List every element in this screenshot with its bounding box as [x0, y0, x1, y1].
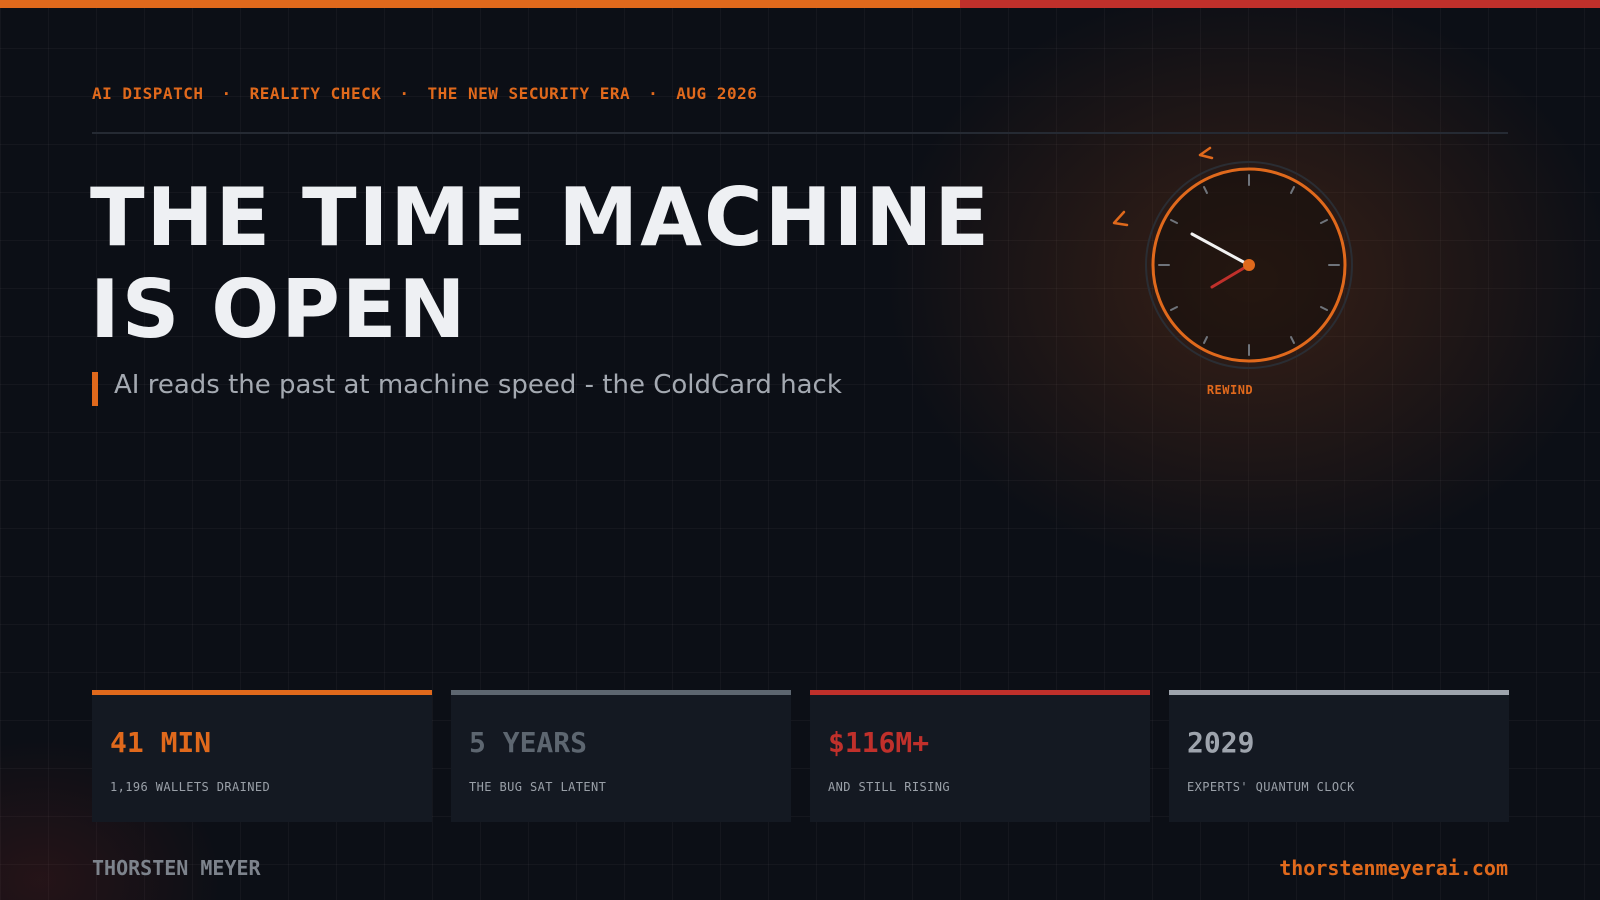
top-accent-bar-red: [960, 0, 1600, 8]
headline: THE TIME MACHINE IS OPEN: [90, 172, 1050, 356]
stat-accent-bar: [810, 690, 1150, 695]
top-accent-bar: [0, 0, 1600, 8]
kicker-separator: ·: [648, 84, 659, 103]
rewind-arrow-icon: [1112, 210, 1129, 227]
kicker-separator: ·: [221, 84, 232, 103]
clock-center-pin: [1243, 259, 1255, 271]
clock-label: REWIND: [1206, 383, 1254, 397]
stat-label: 1,196 WALLETS DRAINED: [110, 780, 271, 794]
stat-value: $116M+: [828, 726, 930, 759]
kicker-item-reality-check: REALITY CHECK: [249, 84, 382, 103]
stat-label: THE BUG SAT LATENT: [469, 780, 607, 794]
stat-card-years: 5 YEARS THE BUG SAT LATENT: [451, 690, 791, 822]
headline-line-1: THE TIME MACHINE: [90, 171, 992, 264]
stat-card-minutes: 41 MIN 1,196 WALLETS DRAINED: [92, 690, 432, 822]
stat-card-losses: $116M+ AND STILL RISING: [810, 690, 1150, 822]
author-name: THORSTEN MEYER: [92, 856, 261, 880]
kicker-item-dispatch: AI DISPATCH: [92, 84, 204, 103]
stat-value: 5 YEARS: [469, 726, 588, 759]
stat-label: EXPERTS' QUANTUM CLOCK: [1187, 780, 1355, 794]
stat-label: AND STILL RISING: [828, 780, 950, 794]
stat-card-quantum: 2029 EXPERTS' QUANTUM CLOCK: [1169, 690, 1509, 822]
kicker-item-date: AUG 2026: [676, 84, 758, 103]
top-accent-bar-orange: [0, 0, 960, 8]
rewind-arrow-icon: [1198, 146, 1214, 160]
headline-line-2: IS OPEN: [90, 263, 468, 356]
kicker-separator: ·: [399, 84, 410, 103]
stat-value: 2029: [1187, 726, 1255, 759]
site-link[interactable]: thorstenmeyerai.com: [1279, 856, 1508, 880]
subheadline: AI reads the past at machine speed - the…: [92, 372, 842, 406]
rewind-clock-icon: [1112, 146, 1353, 369]
kicker-item-security-era: THE NEW SECURITY ERA: [427, 84, 631, 103]
stat-accent-bar: [451, 690, 791, 695]
stat-accent-bar: [1169, 690, 1509, 695]
stat-accent-bar: [92, 690, 432, 695]
stat-value: 41 MIN: [110, 726, 212, 759]
kicker-line: AI DISPATCH · REALITY CHECK · THE NEW SE…: [92, 84, 757, 103]
header-divider: [92, 132, 1508, 134]
stats-row: 41 MIN 1,196 WALLETS DRAINED 5 YEARS THE…: [92, 690, 1509, 822]
